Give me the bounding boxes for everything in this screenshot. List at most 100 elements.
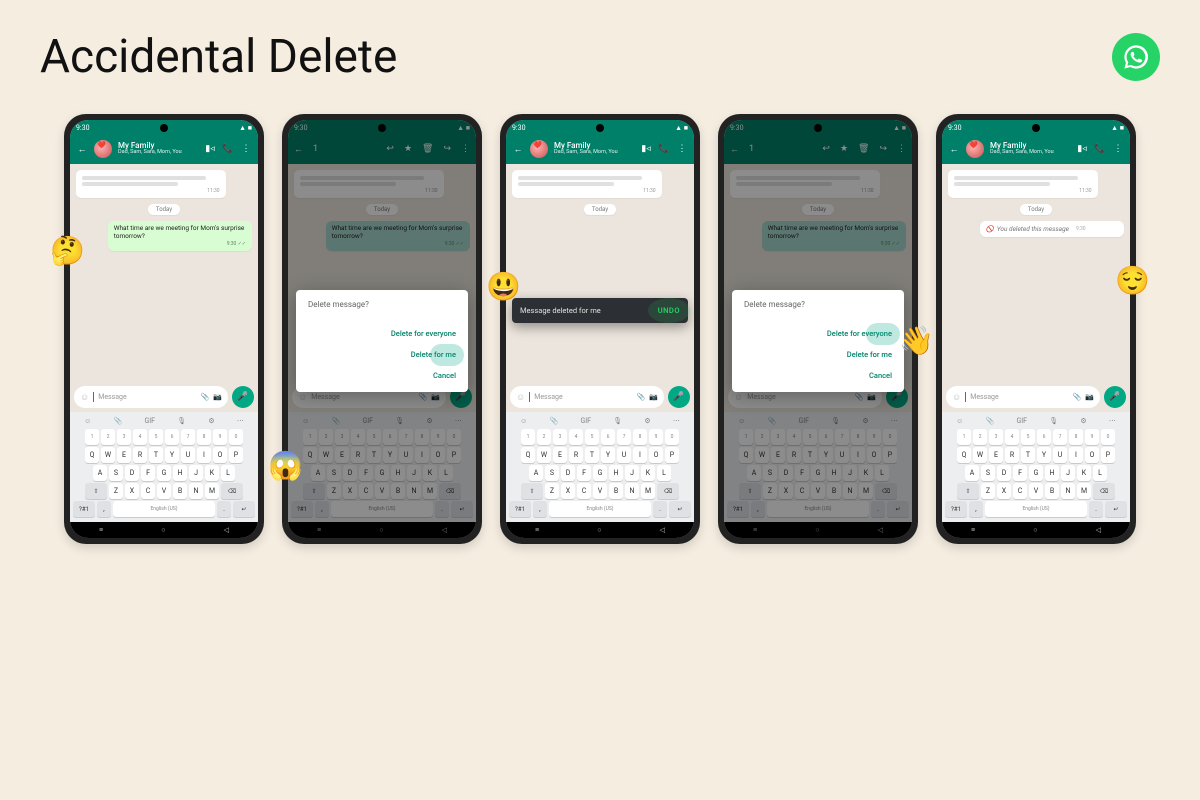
key-X[interactable]: X xyxy=(561,483,575,499)
key-5[interactable]: 5 xyxy=(585,429,599,445)
key-O[interactable]: O xyxy=(213,447,227,463)
key-H[interactable]: H xyxy=(173,465,187,481)
key-L[interactable]: L xyxy=(221,465,235,481)
key-Z[interactable]: Z xyxy=(981,483,995,499)
key-D[interactable]: D xyxy=(997,465,1011,481)
deleted-message[interactable]: 🚫 You deleted this message 9:30 xyxy=(980,221,1124,237)
key-F[interactable]: F xyxy=(577,465,591,481)
key-8[interactable]: 8 xyxy=(197,429,211,445)
key-S[interactable]: S xyxy=(109,465,123,481)
key-C[interactable]: C xyxy=(1013,483,1027,499)
key-B[interactable]: B xyxy=(609,483,623,499)
key-T[interactable]: T xyxy=(149,447,163,463)
key-M[interactable]: M xyxy=(1077,483,1091,499)
key-4[interactable]: 4 xyxy=(1005,429,1019,445)
menu-icon[interactable]: ⋮ xyxy=(240,144,252,154)
key-3[interactable]: 3 xyxy=(553,429,567,445)
key-O[interactable]: O xyxy=(649,447,663,463)
shift-key[interactable]: ⇧ xyxy=(85,483,107,499)
key-C[interactable]: C xyxy=(141,483,155,499)
key-X[interactable]: X xyxy=(997,483,1011,499)
mic-button[interactable]: 🎤 xyxy=(232,386,254,408)
key-K[interactable]: K xyxy=(205,465,219,481)
key-N[interactable]: N xyxy=(189,483,203,499)
backspace-key[interactable]: ⌫ xyxy=(221,483,243,499)
key-R[interactable]: R xyxy=(1005,447,1019,463)
mode-key[interactable]: ?#1 xyxy=(73,501,95,517)
key-9[interactable]: 9 xyxy=(213,429,227,445)
key-6[interactable]: 6 xyxy=(601,429,615,445)
key-H[interactable]: H xyxy=(609,465,623,481)
key-2[interactable]: 2 xyxy=(973,429,987,445)
key-U[interactable]: U xyxy=(181,447,195,463)
camera-icon[interactable]: 📷 xyxy=(213,393,222,401)
key-4[interactable]: 4 xyxy=(133,429,147,445)
chat-avatar[interactable] xyxy=(94,140,112,158)
delete-for-me-button[interactable]: Delete for me xyxy=(744,344,894,365)
key-E[interactable]: E xyxy=(117,447,131,463)
key-1[interactable]: 1 xyxy=(957,429,971,445)
key-3[interactable]: 3 xyxy=(989,429,1003,445)
key-P[interactable]: P xyxy=(665,447,679,463)
key-W[interactable]: W xyxy=(973,447,987,463)
key-B[interactable]: B xyxy=(173,483,187,499)
key-D[interactable]: D xyxy=(561,465,575,481)
key-P[interactable]: P xyxy=(229,447,243,463)
delete-for-everyone-button[interactable]: Delete for everyone xyxy=(308,323,458,344)
cancel-button[interactable]: Cancel xyxy=(308,365,458,386)
delete-for-everyone-button[interactable]: Delete for everyone xyxy=(744,323,894,344)
key-O[interactable]: O xyxy=(1085,447,1099,463)
key-R[interactable]: R xyxy=(569,447,583,463)
message-input[interactable]: ☺ Message 📎 📷 xyxy=(74,386,228,408)
key-E[interactable]: E xyxy=(989,447,1003,463)
key-K[interactable]: K xyxy=(1077,465,1091,481)
key-H[interactable]: H xyxy=(1045,465,1059,481)
key-X[interactable]: X xyxy=(125,483,139,499)
key-Z[interactable]: Z xyxy=(109,483,123,499)
key-G[interactable]: G xyxy=(1029,465,1043,481)
key-F[interactable]: F xyxy=(1013,465,1027,481)
key-3[interactable]: 3 xyxy=(117,429,131,445)
key-C[interactable]: C xyxy=(577,483,591,499)
key-A[interactable]: A xyxy=(93,465,107,481)
key-S[interactable]: S xyxy=(545,465,559,481)
keyboard[interactable]: ☺📎GIF🎙⚙⋯ 1234567890 QWERTYUIOP ASDFGHJKL… xyxy=(70,412,258,522)
key-M[interactable]: M xyxy=(641,483,655,499)
key-D[interactable]: D xyxy=(125,465,139,481)
key-J[interactable]: J xyxy=(189,465,203,481)
key-U[interactable]: U xyxy=(617,447,631,463)
key-N[interactable]: N xyxy=(625,483,639,499)
key-8[interactable]: 8 xyxy=(633,429,647,445)
key-0[interactable]: 0 xyxy=(1101,429,1115,445)
key-6[interactable]: 6 xyxy=(165,429,179,445)
key-J[interactable]: J xyxy=(1061,465,1075,481)
back-icon[interactable]: ← xyxy=(76,144,88,155)
key-E[interactable]: E xyxy=(553,447,567,463)
video-call-icon[interactable]: ▮◃ xyxy=(204,144,216,154)
space-key[interactable]: English (US) xyxy=(113,501,215,517)
delete-for-me-button[interactable]: Delete for me xyxy=(308,344,458,365)
cancel-button[interactable]: Cancel xyxy=(744,365,894,386)
undo-button[interactable]: UNDO xyxy=(658,306,680,315)
key-W[interactable]: W xyxy=(537,447,551,463)
key-4[interactable]: 4 xyxy=(569,429,583,445)
key-L[interactable]: L xyxy=(657,465,671,481)
key-7[interactable]: 7 xyxy=(181,429,195,445)
emoji-icon[interactable]: ☺ xyxy=(80,392,89,403)
key-Y[interactable]: Y xyxy=(1037,447,1051,463)
key-I[interactable]: I xyxy=(1069,447,1083,463)
key-G[interactable]: G xyxy=(593,465,607,481)
key-V[interactable]: V xyxy=(593,483,607,499)
key-W[interactable]: W xyxy=(101,447,115,463)
key-V[interactable]: V xyxy=(157,483,171,499)
key-1[interactable]: 1 xyxy=(85,429,99,445)
key-Y[interactable]: Y xyxy=(165,447,179,463)
key-Q[interactable]: Q xyxy=(521,447,535,463)
key-9[interactable]: 9 xyxy=(649,429,663,445)
key-I[interactable]: I xyxy=(633,447,647,463)
key-0[interactable]: 0 xyxy=(665,429,679,445)
key-Z[interactable]: Z xyxy=(545,483,559,499)
key-J[interactable]: J xyxy=(625,465,639,481)
key-M[interactable]: M xyxy=(205,483,219,499)
key-7[interactable]: 7 xyxy=(1053,429,1067,445)
